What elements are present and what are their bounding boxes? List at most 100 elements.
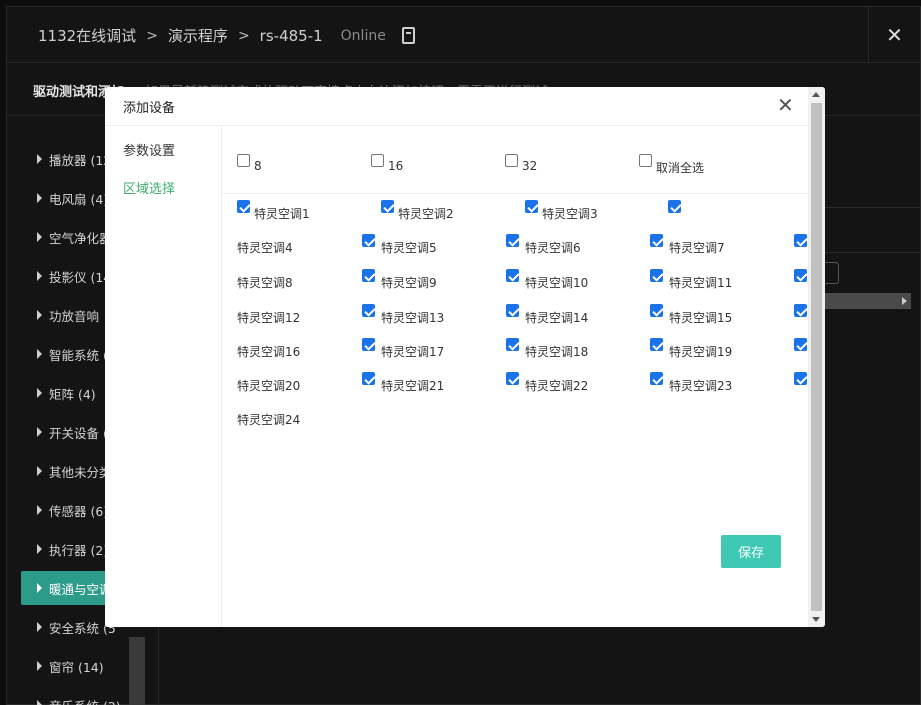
- checkbox[interactable]: [506, 304, 519, 317]
- device-checkbox-item[interactable]: 特灵空调3: [525, 200, 598, 222]
- checkbox[interactable]: [650, 338, 663, 351]
- checkbox-label: 32: [522, 159, 538, 173]
- save-button[interactable]: 保存: [721, 535, 781, 568]
- device-label: 特灵空调22: [525, 379, 589, 393]
- breadcrumb-item-project[interactable]: 1132在线调试: [38, 25, 136, 46]
- device-label: 特灵空调6: [525, 241, 581, 255]
- window-close-button[interactable]: ✕: [868, 7, 920, 63]
- caret-right-icon: [37, 505, 42, 515]
- checkbox[interactable]: [794, 338, 807, 351]
- checkbox[interactable]: [650, 304, 663, 317]
- nav-item-params[interactable]: 参数设置: [123, 140, 175, 159]
- status-badge: Online: [340, 27, 386, 44]
- checkbox[interactable]: [237, 200, 250, 213]
- scroll-up-arrow-icon[interactable]: [812, 92, 820, 97]
- checkbox[interactable]: [506, 338, 519, 351]
- modal-header: 添加设备 ✕: [105, 87, 808, 126]
- checkbox[interactable]: [362, 269, 375, 282]
- caret-right-icon: [37, 544, 42, 554]
- checkbox[interactable]: [381, 200, 394, 213]
- chevron-right-icon: >: [146, 27, 158, 44]
- checkbox[interactable]: [650, 269, 663, 282]
- sidebar-item-label: 智能系统 (: [49, 347, 108, 363]
- caret-right-icon: [37, 232, 42, 242]
- breadcrumb: 1132在线调试 > 演示程序 > rs-485-1 Online: [38, 25, 415, 46]
- device-label: 特灵空调14: [525, 311, 589, 325]
- sidebar-scrollbar[interactable]: [129, 637, 145, 705]
- checkbox[interactable]: [506, 269, 519, 282]
- checkbox[interactable]: [362, 372, 375, 385]
- background-input[interactable]: [823, 262, 839, 284]
- checkbox-label: 16: [388, 159, 404, 173]
- caret-right-icon: [37, 583, 42, 593]
- checkbox-label: 8: [254, 159, 262, 173]
- device-label: 特灵空调9: [381, 276, 437, 290]
- bulk-select-row: 8 16 32 取消全选: [222, 126, 808, 194]
- device-label: 特灵空调16: [237, 345, 301, 359]
- checkbox[interactable]: [371, 154, 384, 167]
- checkbox[interactable]: [525, 200, 538, 213]
- horizontal-scrollbar[interactable]: [823, 293, 911, 309]
- checkbox[interactable]: [650, 234, 663, 247]
- device-label: 特灵空调18: [525, 345, 589, 359]
- caret-right-icon: [37, 661, 42, 671]
- checkbox[interactable]: [506, 372, 519, 385]
- modal-close-button[interactable]: ✕: [777, 95, 794, 115]
- chevron-right-icon: >: [237, 27, 250, 44]
- sidebar-item-label: 空气净化器: [49, 230, 112, 246]
- sidebar-item-label: 音乐系统 (2): [49, 696, 121, 705]
- checkbox[interactable]: [362, 304, 375, 317]
- divider: [815, 207, 921, 208]
- checkbox[interactable]: [505, 154, 518, 167]
- breadcrumb-item-program[interactable]: 演示程序: [168, 25, 228, 46]
- checkbox[interactable]: [794, 269, 807, 282]
- sidebar-item-label: 电风扇 (4): [49, 191, 109, 207]
- close-icon: ✕: [886, 23, 903, 47]
- modal-scrollbar[interactable]: [808, 87, 825, 627]
- checkbox[interactable]: [794, 372, 807, 385]
- device-label: 特灵空调10: [525, 276, 589, 290]
- caret-right-icon: [37, 271, 42, 281]
- clipboard-icon[interactable]: [401, 27, 415, 44]
- device-label: 特灵空调13: [381, 311, 445, 325]
- sidebar-item-label: 窗帘 (14): [49, 659, 104, 675]
- modal-title: 添加设备: [123, 101, 176, 116]
- checkbox-label: 取消全选: [656, 161, 705, 175]
- nav-item-area[interactable]: 区域选择: [123, 178, 175, 197]
- device-label: 特灵空调12: [237, 311, 301, 325]
- checkbox[interactable]: [639, 154, 652, 167]
- bulk-select-option[interactable]: 32: [505, 154, 537, 173]
- checkbox[interactable]: [362, 338, 375, 351]
- device-label: 特灵空调23: [669, 379, 733, 393]
- bulk-select-option[interactable]: 16: [371, 154, 403, 173]
- device-label: 特灵空调11: [669, 276, 733, 290]
- caret-right-icon: [37, 349, 42, 359]
- device-checkbox-item[interactable]: 特灵空调1: [237, 200, 310, 222]
- scroll-down-arrow-icon[interactable]: [812, 617, 820, 622]
- bulk-select-option[interactable]: 8: [237, 154, 262, 173]
- checkbox[interactable]: [506, 234, 519, 247]
- modal-nav: 参数设置 区域选择: [105, 126, 222, 627]
- caret-right-icon: [37, 310, 42, 320]
- breadcrumb-item-bus[interactable]: rs-485-1: [260, 27, 323, 45]
- device-label: 特灵空调2: [398, 207, 454, 221]
- device-label: 特灵空调21: [381, 379, 445, 393]
- checkbox[interactable]: [650, 372, 663, 385]
- checkbox[interactable]: [794, 304, 807, 317]
- device-label: 特灵空调5: [381, 241, 437, 255]
- checkbox[interactable]: [362, 234, 375, 247]
- device-label: 特灵空调24: [237, 413, 301, 427]
- sidebar-item-label: 暖通与空调: [49, 581, 112, 597]
- sidebar-item-label: 执行器 (2): [49, 542, 109, 558]
- add-device-modal: 添加设备 ✕ 参数设置 区域选择 8 16 32 取消全选 特灵空调1 特灵空调2 特灵空…: [105, 87, 825, 627]
- caret-right-icon: [37, 427, 42, 437]
- device-checkbox-item[interactable]: 特灵空调2: [381, 200, 454, 222]
- checkbox[interactable]: [668, 200, 681, 213]
- device-label: 特灵空调8: [237, 276, 293, 290]
- checkbox[interactable]: [794, 234, 807, 247]
- device-label: 特灵空调17: [381, 345, 445, 359]
- bulk-select-option[interactable]: 取消全选: [639, 154, 704, 176]
- scrollbar-thumb[interactable]: [811, 103, 822, 611]
- checkbox[interactable]: [237, 154, 250, 167]
- caret-right-icon: [37, 154, 42, 164]
